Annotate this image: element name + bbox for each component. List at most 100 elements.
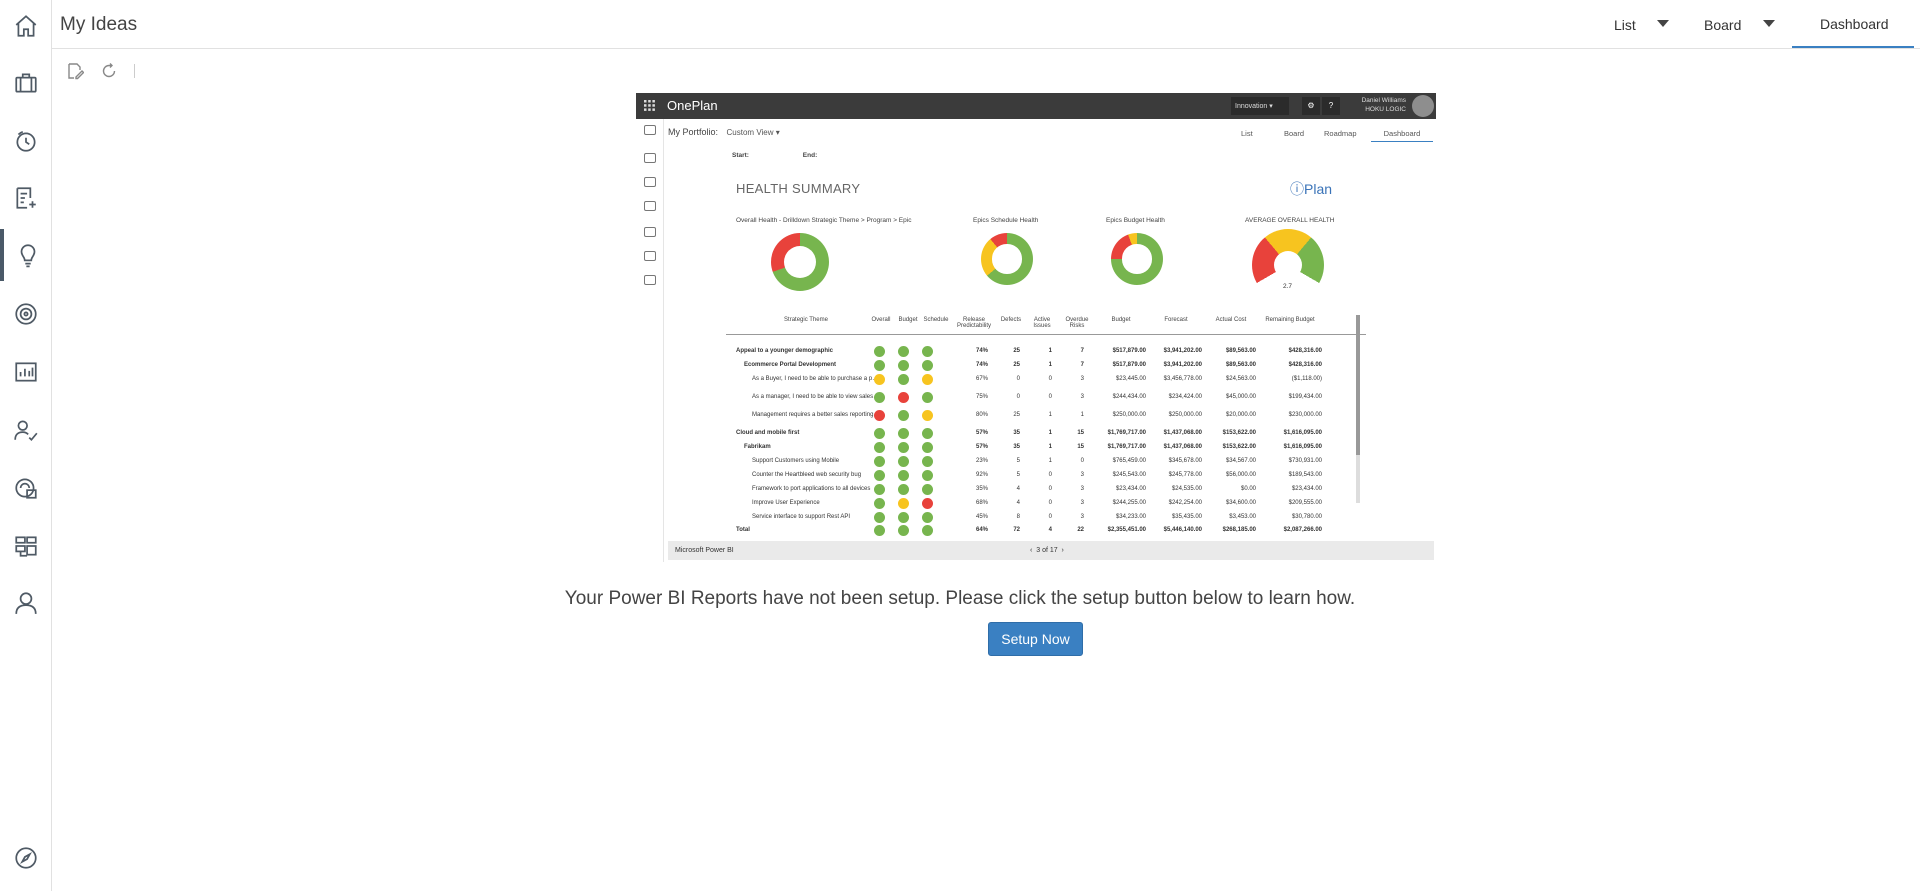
row-value: 80% (975, 412, 988, 418)
row-value: $3,456,778.00 (1163, 376, 1202, 382)
row-value: 1 (1080, 412, 1084, 418)
row-value: 1 (1048, 458, 1052, 464)
sidebar-item-ideas[interactable] (0, 229, 52, 281)
briefcase-icon (15, 73, 37, 93)
row-value: $34,600.00 (1225, 500, 1256, 506)
preview-logo-text: Plan (1304, 181, 1333, 197)
row-value: 57% (975, 444, 988, 450)
row-value: 74% (975, 348, 988, 354)
row-value: 64% (975, 527, 988, 533)
sidebar-item-goals[interactable] (0, 288, 52, 340)
edit-icon[interactable] (66, 62, 84, 80)
row-name: Framework to port applications to all de… (752, 486, 871, 492)
row-value: 68% (975, 500, 988, 506)
row-value: 3 (1080, 472, 1084, 478)
status-dot (874, 484, 885, 495)
status-dot (898, 346, 909, 357)
preview-gear-icon: ⚙ (1302, 97, 1320, 115)
clock-history-icon (16, 130, 36, 152)
sidebar (0, 0, 52, 891)
status-dot (922, 346, 933, 357)
preview-tab-dashboard: Dashboard (1371, 123, 1433, 142)
sidebar-item-reports[interactable] (0, 346, 52, 398)
row-value: $23,445.00 (1115, 376, 1146, 382)
row-value: 8 (1016, 514, 1020, 520)
status-dot (922, 525, 933, 536)
status-dot (922, 456, 933, 467)
row-name: Cloud and mobile first (736, 430, 800, 436)
row-value: $89,563.00 (1225, 348, 1256, 354)
preview-user-org: HOKU LOGIC (1365, 106, 1406, 113)
row-value: $45,000.00 (1225, 394, 1256, 400)
status-dot (898, 456, 909, 467)
row-value: 0 (1048, 514, 1052, 520)
caret-down-icon (1763, 20, 1775, 27)
row-name: Appeal to a younger demographic (736, 348, 834, 354)
row-value: $24,535.00 (1171, 486, 1202, 492)
row-value: 7 (1080, 348, 1084, 354)
sidebar-item-hierarchy[interactable] (0, 520, 52, 572)
powerbi-label: Microsoft Power BI (675, 547, 734, 554)
row-value: 45% (975, 514, 988, 520)
sidebar-item-navigator[interactable] (0, 832, 52, 884)
sidebar-item-portfolio[interactable] (0, 57, 52, 109)
chart-label-average: AVERAGE OVERALL HEALTH (1245, 217, 1335, 224)
chart-label-schedule: Epics Schedule Health (973, 217, 1039, 224)
tab-dashboard[interactable]: Dashboard (1792, 0, 1914, 48)
row-value: $517,879.00 (1112, 348, 1146, 354)
sidebar-item-requests[interactable] (0, 172, 52, 224)
preview-sidebar (636, 119, 664, 562)
toolbar (66, 60, 135, 82)
setup-message: Your Power BI Reports have not been setu… (0, 588, 1920, 610)
row-name: As a Buyer, I need to be able to purchas… (752, 376, 879, 382)
row-value: $2,087,266.00 (1283, 527, 1322, 533)
row-value: $1,616,095.00 (1283, 430, 1322, 436)
status-dot (898, 374, 909, 385)
setup-now-button[interactable]: Setup Now (988, 622, 1083, 656)
tab-list[interactable]: List (1614, 17, 1636, 33)
preview-user-name: Daniel Williams (1361, 97, 1406, 104)
status-dot (874, 470, 885, 481)
tab-board[interactable]: Board (1704, 17, 1741, 33)
row-value: $153,622.00 (1222, 444, 1256, 450)
row-name: Counter the Heartbleed web security bug (752, 472, 862, 478)
hierarchy-icon (15, 536, 37, 557)
status-dot (922, 484, 933, 495)
preview-scrollbar (1356, 315, 1360, 503)
row-value: $209,555.00 (1288, 500, 1322, 506)
row-value: 0 (1048, 500, 1052, 506)
row-value: 35% (975, 486, 988, 492)
list-dropdown-button[interactable] (1652, 14, 1674, 34)
status-dot (898, 442, 909, 453)
preview-brand: OnePlan (667, 98, 718, 113)
row-value: 3 (1080, 376, 1084, 382)
sidebar-item-home[interactable] (0, 0, 52, 52)
row-value: 67% (975, 376, 988, 382)
sidebar-item-resources[interactable] (0, 462, 52, 514)
status-dot (898, 410, 909, 421)
row-value: 3 (1080, 394, 1084, 400)
status-dot (898, 512, 909, 523)
board-dropdown-button[interactable] (1758, 14, 1780, 34)
status-dot (922, 360, 933, 371)
status-dot (874, 428, 885, 439)
user-check-icon (14, 420, 38, 442)
dashboard-preview-image: OnePlan Innovation ▾ ⚙ ? Daniel Williams… (636, 93, 1436, 562)
row-value: 35 (1013, 444, 1020, 450)
row-value: 0 (1048, 472, 1052, 478)
row-value: $345,678.00 (1168, 458, 1202, 464)
row-value: $30,780.00 (1291, 514, 1322, 520)
row-value: $730,931.00 (1288, 458, 1322, 464)
preview-start-label: Start: (732, 152, 749, 159)
preview-innovation-dropdown: Innovation ▾ (1231, 97, 1289, 115)
status-dot (922, 470, 933, 481)
sidebar-item-approvals[interactable] (0, 404, 52, 456)
row-value: $3,941,202.00 (1163, 348, 1202, 354)
row-value: $244,434.00 (1112, 394, 1146, 400)
row-value: $153,622.00 (1222, 430, 1256, 436)
sidebar-item-timesheets[interactable] (0, 115, 52, 167)
status-dot (898, 392, 909, 403)
row-value: $34,567.00 (1225, 458, 1256, 464)
row-value: $428,316.00 (1288, 348, 1322, 354)
refresh-icon[interactable] (100, 62, 118, 80)
